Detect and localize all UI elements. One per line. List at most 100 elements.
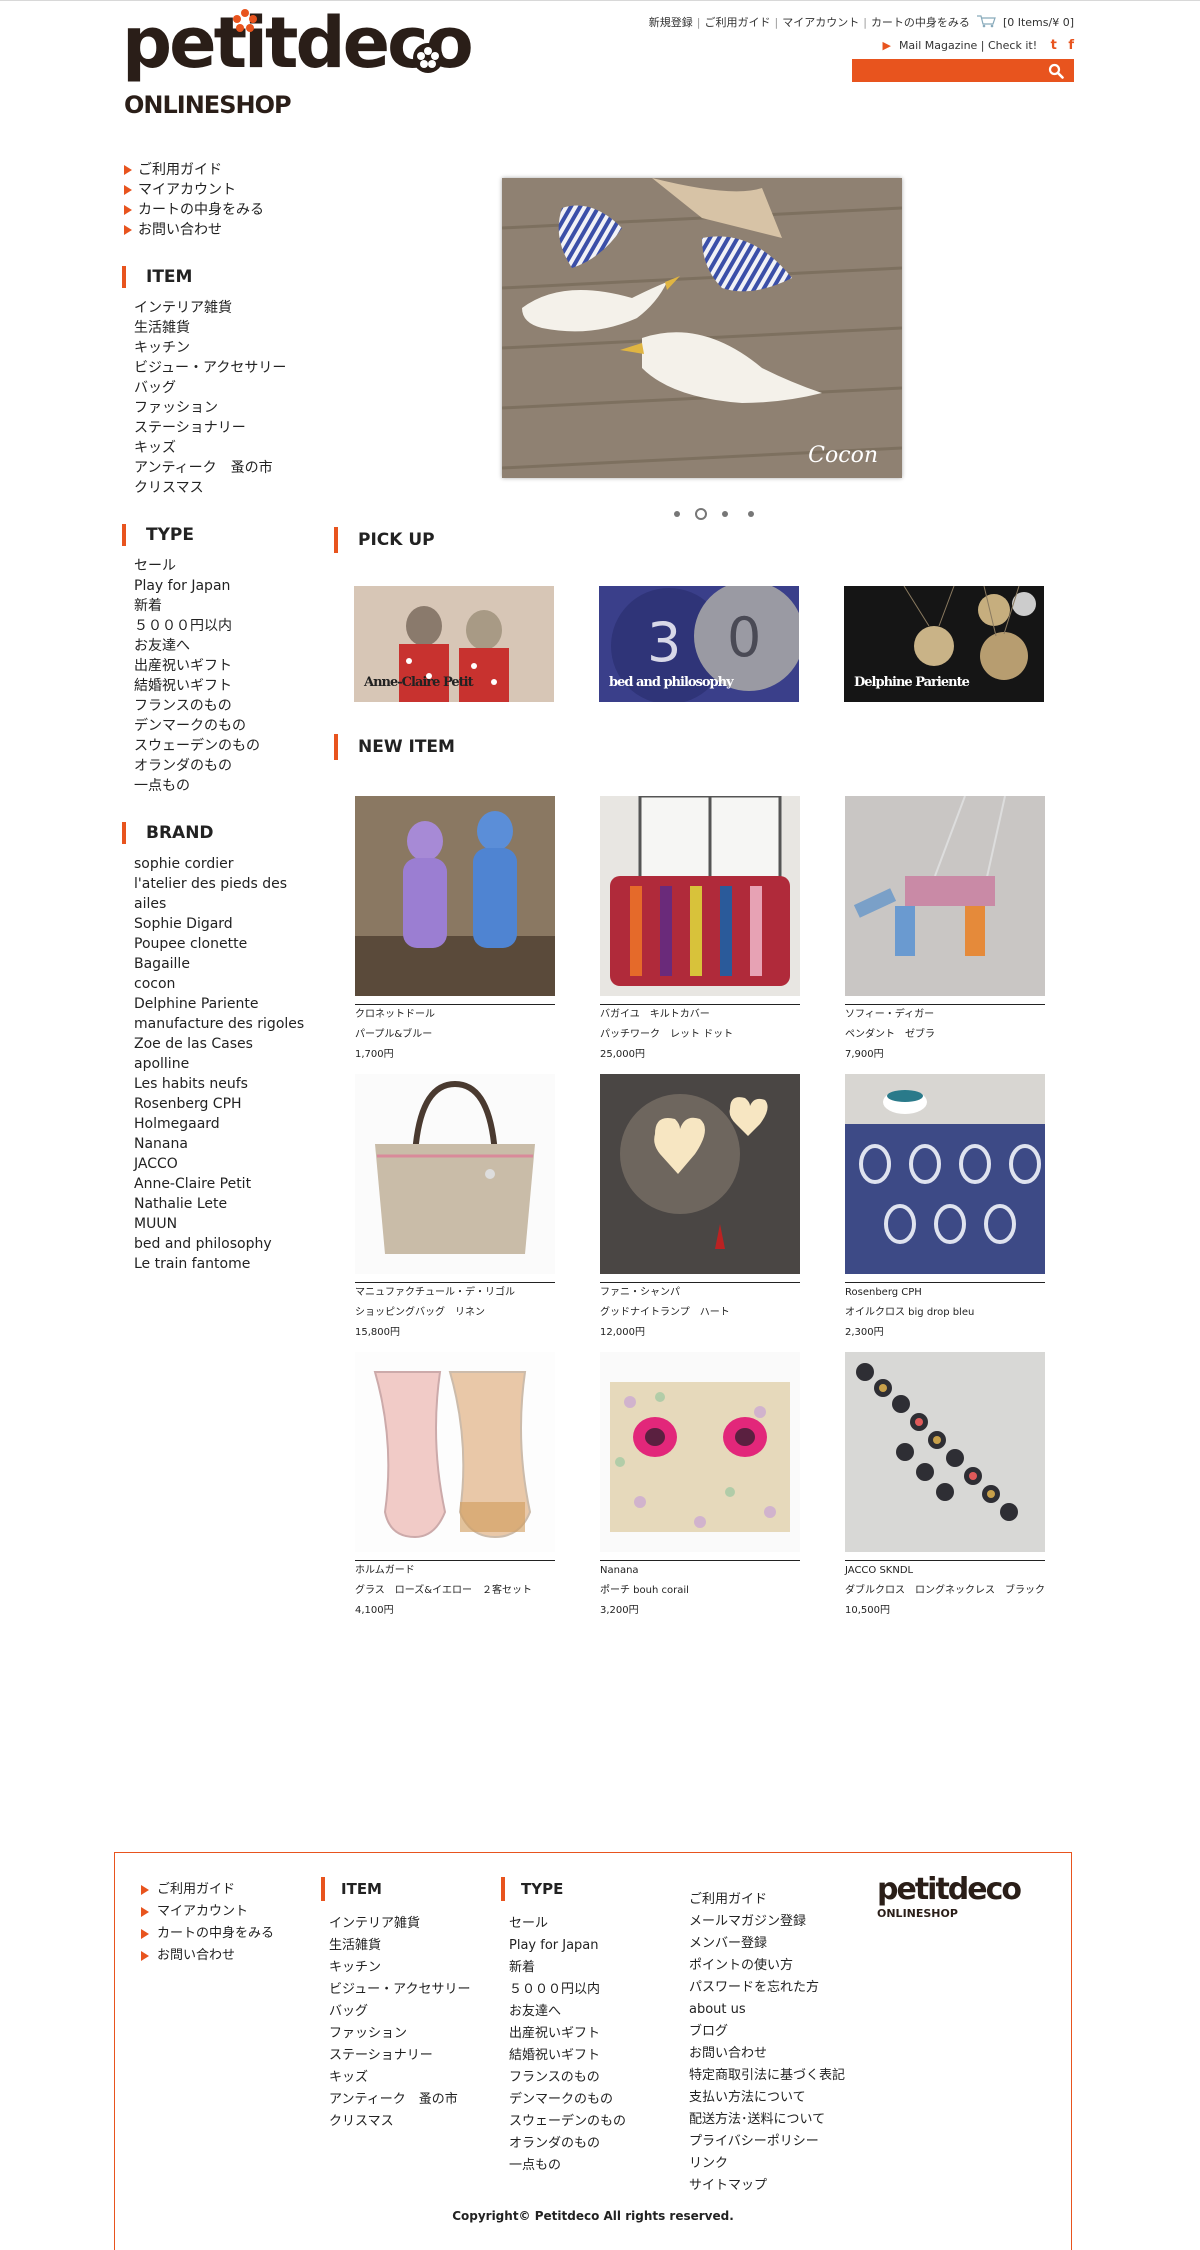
product-card[interactable]: ソフィー・ディガー ペンダント ゼブラ 7,900円 <box>845 796 1045 1065</box>
sidebar-brand-link[interactable]: apolline <box>134 1054 322 1074</box>
footer-type-link[interactable]: デンマークのもの <box>509 2089 626 2111</box>
product-image[interactable] <box>355 796 555 996</box>
product-brand[interactable]: ソフィー・ディガー <box>845 1005 1045 1025</box>
sidebar-item-link[interactable]: 生活雑貨 <box>134 318 322 338</box>
footer-item-link[interactable]: バッグ <box>329 2001 470 2023</box>
pickup-banner[interactable]: Anne-Claire Petit <box>354 586 554 702</box>
footer-item-link[interactable]: クリスマス <box>329 2111 470 2133</box>
sidebar-brand-link[interactable]: Bagaille <box>134 954 322 974</box>
product-card[interactable]: Rosenberg CPH オイルクロス big drop bleu 2,300… <box>845 1074 1045 1343</box>
product-card[interactable]: ファニ・シャンパ グッドナイトランプ ハート 12,000円 <box>600 1074 800 1343</box>
product-name[interactable]: オイルクロス big drop bleu <box>845 1303 1045 1323</box>
footer-info-link[interactable]: プライバシーポリシー <box>689 2131 845 2153</box>
sidebar-type-link[interactable]: デンマークのもの <box>134 716 322 736</box>
footer-type-link[interactable]: Play for Japan <box>509 1935 626 1957</box>
product-brand[interactable]: Nanana <box>600 1561 800 1581</box>
product-image[interactable] <box>600 1352 800 1552</box>
sidebar-brand-link[interactable]: Sophie Digard <box>134 914 322 934</box>
product-card[interactable]: バガイユ キルトカバー パッチワーク レット ドット 25,000円 <box>600 796 800 1065</box>
footer-info-link[interactable]: 配送方法･送料について <box>689 2109 845 2131</box>
sidebar-brand-link[interactable]: MUUN <box>134 1214 322 1234</box>
product-name[interactable]: グッドナイトランプ ハート <box>600 1303 800 1323</box>
footer-type-link[interactable]: 出産祝いギフト <box>509 2023 626 2045</box>
footer-info-link[interactable]: 支払い方法について <box>689 2087 845 2109</box>
footer-item-link[interactable]: ファッション <box>329 2023 470 2045</box>
footer-type-link[interactable]: お友達へ <box>509 2001 626 2023</box>
sidebar-account-link[interactable]: マイアカウント <box>122 180 322 200</box>
footer-type-link[interactable]: ５０００円以内 <box>509 1979 626 2001</box>
footer-info-link[interactable]: 特定商取引法に基づく表記 <box>689 2065 845 2087</box>
sidebar-item-link[interactable]: アンティーク 蚤の市 <box>134 458 322 478</box>
product-card[interactable]: ホルムガード グラス ローズ&イエロー ２客セット 4,100円 <box>355 1352 555 1621</box>
sidebar-brand-link[interactable]: l'atelier des pieds des <box>134 874 322 894</box>
sidebar-item-link[interactable]: バッグ <box>134 378 322 398</box>
sidebar-type-link[interactable]: 新着 <box>134 596 322 616</box>
facebook-icon[interactable]: f <box>1068 38 1074 53</box>
search-bar[interactable] <box>852 59 1074 82</box>
view-cart-link[interactable]: カートの中身をみる <box>871 16 970 29</box>
product-image[interactable] <box>600 796 800 996</box>
sidebar-type-link[interactable]: オランダのもの <box>134 756 322 776</box>
sidebar-type-link[interactable]: 出産祝いギフト <box>134 656 322 676</box>
sidebar-brand-link[interactable]: Les habits neufs <box>134 1074 322 1094</box>
sidebar-brand-link[interactable]: Nathalie Lete <box>134 1194 322 1214</box>
cart-icon[interactable] <box>975 14 997 28</box>
footer-info-link[interactable]: お問い合わせ <box>689 2043 845 2065</box>
guide-link[interactable]: ご利用ガイド <box>705 16 771 29</box>
product-image[interactable] <box>845 1352 1045 1552</box>
footer-info-link[interactable]: ご利用ガイド <box>689 1889 845 1911</box>
footer-type-link[interactable]: スウェーデンのもの <box>509 2111 626 2133</box>
product-name[interactable]: ポーチ bouh corail <box>600 1581 800 1601</box>
footer-type-link[interactable]: セール <box>509 1913 626 1935</box>
footer-guide-link[interactable]: ご利用ガイド <box>139 1879 274 1901</box>
product-brand[interactable]: バガイユ キルトカバー <box>600 1005 800 1025</box>
product-brand[interactable]: ファニ・シャンパ <box>600 1283 800 1303</box>
sidebar-item-link[interactable]: ステーショナリー <box>134 418 322 438</box>
sidebar-guide-link[interactable]: ご利用ガイド <box>122 160 322 180</box>
sidebar-item-link[interactable]: インテリア雑貨 <box>134 298 322 318</box>
footer-info-link[interactable]: リンク <box>689 2153 845 2175</box>
site-logo[interactable]: petitdeco ONLINESHOP <box>122 8 474 128</box>
product-image[interactable] <box>355 1074 555 1274</box>
sidebar-brand-link[interactable]: Zoe de las Cases <box>134 1034 322 1054</box>
pickup-banner[interactable]: 3 0 bed and philosophy <box>599 586 799 702</box>
sidebar-item-link[interactable]: キッズ <box>134 438 322 458</box>
slideshow-image[interactable]: Cocon <box>502 178 902 478</box>
product-card[interactable]: Nanana ポーチ bouh corail 3,200円 <box>600 1352 800 1621</box>
sidebar-item-link[interactable]: キッチン <box>134 338 322 358</box>
sidebar-brand-link[interactable]: cocon <box>134 974 322 994</box>
sidebar-type-link[interactable]: ５０００円以内 <box>134 616 322 636</box>
sidebar-brand-link[interactable]: Holmegaard <box>134 1114 322 1134</box>
product-name[interactable]: グラス ローズ&イエロー ２客セット <box>355 1581 555 1601</box>
mail-magazine-link[interactable]: Mail Magazine | Check it! <box>899 39 1037 52</box>
sidebar-brand-link[interactable]: manufacture des rigoles <box>134 1014 322 1034</box>
slide-dot[interactable] <box>722 511 728 517</box>
footer-info-link[interactable]: ブログ <box>689 2021 845 2043</box>
footer-type-link[interactable]: 一点もの <box>509 2155 626 2177</box>
sidebar-item-link[interactable]: クリスマス <box>134 478 322 498</box>
pickup-banner[interactable]: Delphine Pariente <box>844 586 1044 702</box>
product-brand[interactable]: マニュファクチュール・デ・リゴル <box>355 1283 555 1303</box>
product-name[interactable]: ペンダント ゼブラ <box>845 1025 1045 1045</box>
sidebar-brand-link[interactable]: sophie cordier <box>134 854 322 874</box>
sidebar-brand-link[interactable]: JACCO <box>134 1154 322 1174</box>
footer-info-link[interactable]: ポイントの使い方 <box>689 1955 845 1977</box>
footer-type-link[interactable]: フランスのもの <box>509 2067 626 2089</box>
footer-item-link[interactable]: インテリア雑貨 <box>329 1913 470 1935</box>
sidebar-type-link[interactable]: スウェーデンのもの <box>134 736 322 756</box>
footer-info-link[interactable]: パスワードを忘れた方 <box>689 1977 845 1999</box>
slide-dot-active[interactable] <box>695 508 707 520</box>
product-card[interactable]: JACCO SKNDL ダブルクロス ロングネックレス ブラック 10,500円 <box>845 1352 1045 1621</box>
sidebar-type-link[interactable]: Play for Japan <box>134 576 322 596</box>
footer-info-link[interactable]: メンバー登録 <box>689 1933 845 1955</box>
footer-cart-link[interactable]: カートの中身をみる <box>139 1923 274 1945</box>
footer-item-link[interactable]: キッチン <box>329 1957 470 1979</box>
footer-info-link[interactable]: サイトマップ <box>689 2175 845 2197</box>
sidebar-brand-link[interactable]: Poupee clonette <box>134 934 322 954</box>
product-name[interactable]: ダブルクロス ロングネックレス ブラック <box>845 1581 1045 1601</box>
slide-dot[interactable] <box>674 511 680 517</box>
product-name[interactable]: パープル&ブルー <box>355 1025 555 1045</box>
sidebar-item-link[interactable]: ファッション <box>134 398 322 418</box>
account-link[interactable]: マイアカウント <box>782 16 859 29</box>
sidebar-brand-link[interactable]: Delphine Pariente <box>134 994 322 1014</box>
